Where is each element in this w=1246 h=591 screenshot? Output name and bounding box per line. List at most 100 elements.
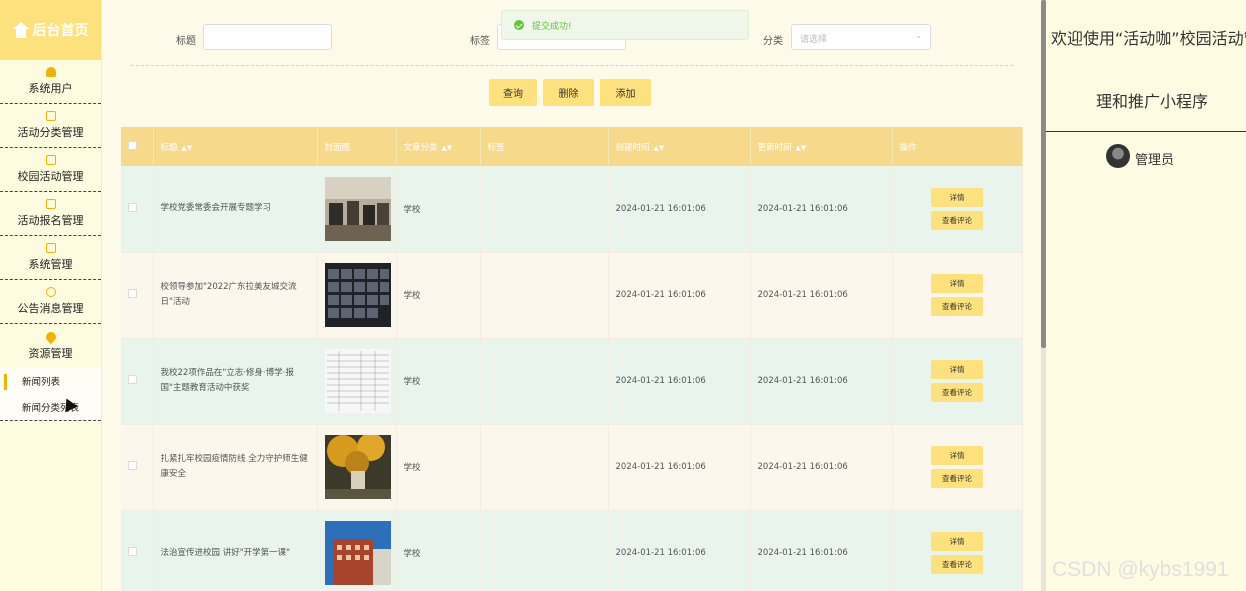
sort-icon: ▲▼ (441, 143, 453, 152)
row-cover (317, 424, 397, 511)
sidebar-item-activity-category[interactable]: 活动分类管理 (0, 104, 101, 148)
row-checkbox[interactable] (128, 202, 137, 212)
row-category: 学校 (396, 252, 481, 339)
row-created: 2024-01-21 16:01:06 (608, 424, 751, 511)
col-updated[interactable]: 更新时间 ▲▼ (750, 127, 893, 166)
row-actions: 详情 查看评论 (892, 338, 1023, 425)
sidebar-item-system-manage[interactable]: 系统管理 (0, 236, 101, 280)
sidebar-item-system-users[interactable]: 系统用户 (0, 60, 101, 104)
edit-icon (45, 199, 56, 209)
detail-button[interactable]: 详情 (931, 187, 983, 207)
col-category[interactable]: 文章分类 ▲▼ (396, 127, 481, 166)
view-comments-button[interactable]: 查看评论 (931, 210, 983, 230)
row-checkbox[interactable] (128, 547, 137, 556)
row-cover (317, 252, 397, 339)
avatar[interactable] (1106, 144, 1130, 168)
sidebar-item-announcements[interactable]: 公告消息管理 (0, 280, 101, 324)
detail-button[interactable]: 详情 (931, 274, 983, 293)
cover-image-campus-trees (324, 435, 391, 499)
row-tag (480, 510, 609, 591)
sidebar-item-label: 活动报名管理 (17, 214, 84, 227)
row-title: 学校党委常委会开展专题学习 (153, 166, 318, 253)
sort-icon: ▲▼ (653, 143, 665, 152)
category-label: 分类 (763, 36, 783, 47)
query-button[interactable]: 查询 (489, 79, 537, 106)
right-panel: 欢迎使用“活动咖”校园活动管 理和推广小程序 管理员 (1046, 0, 1246, 591)
sidebar-item-label: 活动分类管理 (17, 126, 84, 139)
submenu-item-news-list[interactable]: 新闻列表 (0, 368, 101, 394)
table-row: 学校党委常委会开展专题学习 学校 2024-01-21 16:01:06 202… (121, 166, 1023, 253)
title-input[interactable] (203, 24, 332, 50)
sidebar-item-resources[interactable]: 资源管理 (0, 324, 101, 368)
row-cover (317, 510, 397, 591)
home-icon (12, 22, 29, 38)
tag-label: 标签 (470, 36, 490, 47)
row-checkbox[interactable] (128, 375, 137, 384)
row-cover (317, 338, 397, 425)
add-button[interactable]: 添加 (600, 79, 651, 106)
cover-image-building (324, 521, 391, 585)
cover-image-document (324, 349, 391, 413)
view-comments-button[interactable]: 查看评论 (931, 555, 983, 574)
sidebar-item-label: 校园活动管理 (17, 170, 84, 183)
chevron-down-icon: ⌄ (915, 31, 922, 40)
sidebar-item-label: 公告消息管理 (17, 302, 84, 315)
row-category: 学校 (396, 510, 481, 591)
row-title: 校领导参加"2022广东拉美友城交流日"活动 (153, 252, 318, 339)
select-all-checkbox[interactable] (128, 140, 137, 150)
view-comments-button[interactable]: 查看评论 (931, 297, 983, 316)
row-created: 2024-01-21 16:01:06 (608, 338, 751, 425)
select-all-cell (121, 127, 154, 166)
row-checkbox[interactable] (128, 289, 137, 298)
row-checkbox[interactable] (128, 461, 137, 470)
brand-home-link[interactable]: 后台首页 (0, 0, 101, 60)
row-title: 我校22项作品在"立志·修身·博学·报国"主题教育活动中获奖 (153, 338, 318, 425)
col-title[interactable]: 标题 ▲▼ (153, 127, 318, 166)
col-tag-label: 标签 (487, 142, 505, 153)
sidebar-item-campus-activity[interactable]: 校园活动管理 (0, 148, 101, 192)
divider (131, 65, 1013, 66)
row-actions: 详情 查看评论 (892, 510, 1023, 591)
row-title: 扎紧扎牢校园疫情防线 全力守护师生健康安全 (153, 424, 318, 511)
view-comments-button[interactable]: 查看评论 (931, 469, 983, 488)
title-label: 标题 (176, 36, 196, 47)
detail-button[interactable]: 详情 (931, 446, 983, 465)
col-cover-label: 封面图 (324, 142, 351, 153)
row-actions: 详情 查看评论 (892, 252, 1023, 339)
username[interactable]: 管理员 (1135, 149, 1174, 168)
row-updated: 2024-01-21 16:01:06 (750, 338, 893, 425)
category-select[interactable]: 请选择 ⌄ (791, 24, 931, 50)
col-cover: 封面图 (317, 127, 397, 166)
row-title: 法治宣传进校园 讲好"开学第一课" (153, 510, 318, 591)
welcome-text-line2: 理和推广小程序 (1096, 92, 1209, 111)
col-created[interactable]: 创建时间 ▲▼ (608, 127, 751, 166)
view-comments-button[interactable]: 查看评论 (931, 383, 983, 402)
row-tag (480, 424, 609, 511)
watermark: CSDN @kybs1991 (1052, 558, 1229, 581)
submenu-item-news-categories[interactable]: 新闻分类列表 (0, 394, 101, 420)
row-category: 学校 (396, 338, 481, 425)
row-actions: 详情 查看评论 (892, 424, 1023, 511)
col-tag: 标签 (480, 127, 609, 166)
sidebar: 后台首页 系统用户 活动分类管理 校园活动管理 活动报名管理 系统管理 公告消息… (0, 0, 102, 591)
detail-button[interactable]: 详情 (931, 360, 983, 379)
row-created: 2024-01-21 16:01:06 (608, 510, 751, 591)
table-header-row: 标题 ▲▼ 封面图 文章分类 ▲▼ 标签 创建时间 ▲▼ 更新时间 ▲▼ 操作 (121, 127, 1023, 166)
resources-submenu: 新闻列表 新闻分类列表 (0, 368, 101, 421)
news-table: 标题 ▲▼ 封面图 文章分类 ▲▼ 标签 创建时间 ▲▼ 更新时间 ▲▼ 操作 学校党委… (121, 127, 1023, 591)
cover-image-meeting (324, 176, 391, 241)
col-actions: 操作 (892, 127, 1023, 166)
sidebar-item-label: 资源管理 (28, 346, 73, 360)
row-tag (480, 166, 609, 253)
row-actions: 详情 查看评论 (892, 166, 1023, 253)
category-placeholder: 请选择 (800, 35, 828, 45)
detail-button[interactable]: 详情 (931, 532, 983, 551)
col-title-label: 标题 (160, 142, 178, 153)
col-created-label: 创建时间 (615, 142, 650, 153)
row-updated: 2024-01-21 16:01:06 (750, 166, 893, 253)
welcome-text-line1: 欢迎使用“活动咖”校园活动管 (1051, 29, 1246, 48)
table-row: 法治宣传进校园 讲好"开学第一课" 学校 2024-01-21 16:01:06… (121, 510, 1023, 591)
delete-button[interactable]: 删除 (543, 79, 594, 106)
sidebar-item-activity-signup[interactable]: 活动报名管理 (0, 192, 101, 236)
sidebar-item-label: 系统用户 (28, 82, 73, 95)
